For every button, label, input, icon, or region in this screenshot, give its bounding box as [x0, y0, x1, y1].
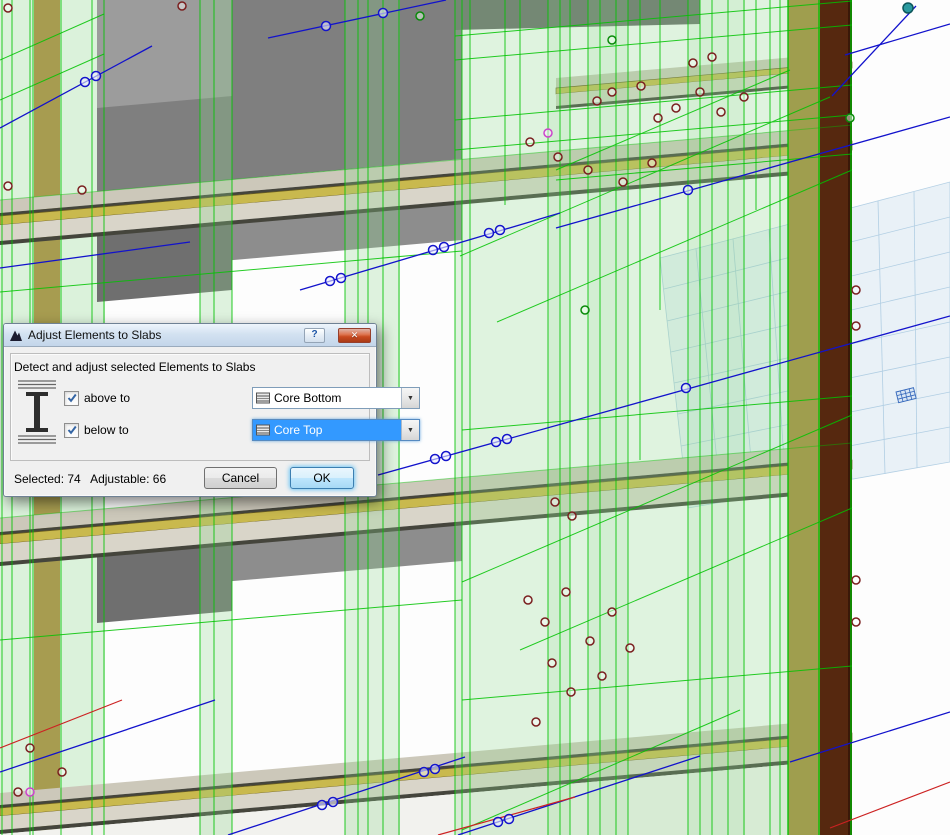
below-to-label: below to [84, 423, 129, 437]
arrow-glyph: ▼ [407, 395, 414, 402]
teal-node-marker [903, 3, 913, 13]
dialog-description: Detect and adjust selected Elements to S… [14, 360, 255, 374]
adjustable-count: Adjustable: 66 [90, 472, 166, 486]
selected-count: Selected: 74 [14, 472, 81, 486]
above-to-value: Core Bottom [274, 391, 341, 405]
slab-layers-icon [256, 424, 270, 436]
checkbox-checked-icon[interactable] [64, 391, 79, 406]
below-to-checkbox[interactable]: below to [64, 423, 186, 438]
dialog-titlebar[interactable]: Adjust Elements to Slabs ? ✕ [4, 324, 376, 347]
dialog-title: Adjust Elements to Slabs [28, 328, 304, 342]
combo-value-area[interactable]: Core Bottom [253, 388, 401, 408]
right-columns [788, 0, 852, 835]
dropdown-arrow-icon[interactable]: ▼ [401, 388, 419, 408]
dropdown-arrow-icon[interactable]: ▼ [401, 420, 419, 440]
above-to-row: above to Core Bottom ▼ [64, 388, 186, 408]
help-button[interactable]: ? [304, 328, 325, 343]
checkbox-checked-icon[interactable] [64, 423, 79, 438]
beam-between-slabs-icon [17, 379, 57, 445]
adjust-elements-to-slabs-dialog: Adjust Elements to Slabs ? ✕ Detect and … [3, 323, 377, 497]
below-to-value: Core Top [274, 423, 322, 437]
below-to-row: below to Core Top ▼ [64, 420, 186, 440]
slab-layers-icon [256, 392, 270, 404]
ok-button[interactable]: OK [290, 467, 354, 489]
app-icon [9, 329, 23, 342]
close-button[interactable]: ✕ [338, 328, 371, 343]
above-to-combobox[interactable]: Core Bottom ▼ [252, 387, 420, 409]
selection-status: Selected: 74 Adjustable: 66 [14, 472, 166, 486]
cancel-button[interactable]: Cancel [204, 467, 277, 489]
checkmark-icon [67, 393, 77, 403]
above-to-checkbox[interactable]: above to [64, 391, 186, 406]
arrow-glyph: ▼ [407, 427, 414, 434]
above-to-label: above to [84, 391, 130, 405]
checkmark-icon [67, 425, 77, 435]
combo-value-area-selected[interactable]: Core Top [253, 420, 401, 440]
below-to-combobox[interactable]: Core Top ▼ [252, 419, 420, 441]
